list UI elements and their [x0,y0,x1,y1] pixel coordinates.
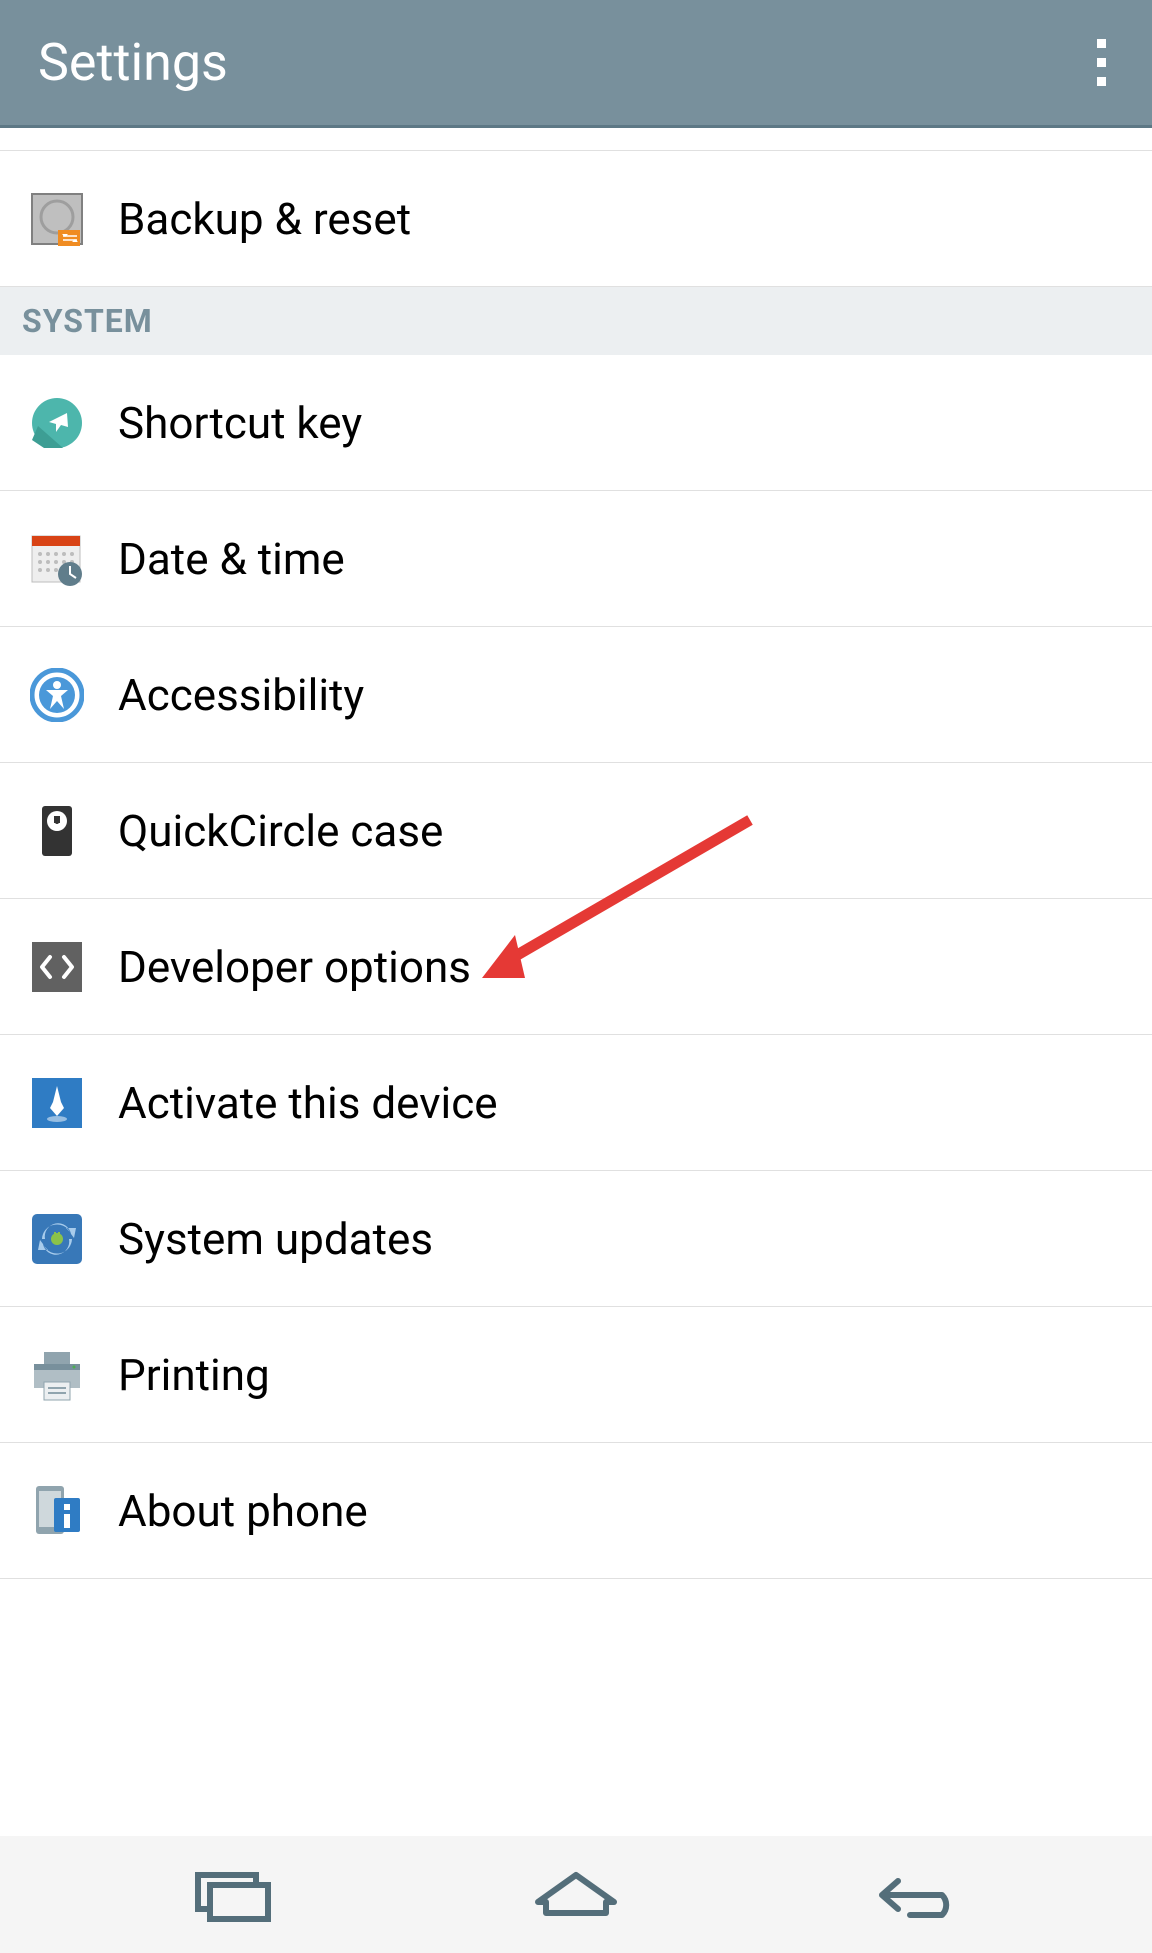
navigation-bar [0,1836,1152,1953]
back-button[interactable] [860,1865,980,1925]
recent-apps-button[interactable] [172,1865,292,1925]
list-item-printing[interactable]: Printing [0,1307,1152,1443]
list-spacer [0,128,1152,151]
activate-icon [30,1076,84,1130]
list-item-label: Accessibility [118,669,364,721]
list-item-activate-device[interactable]: Activate this device [0,1035,1152,1171]
app-header: Settings [0,0,1152,128]
date-time-icon [30,532,84,586]
menu-dot-icon [1097,58,1106,67]
list-item-shortcut-key[interactable]: Shortcut key [0,355,1152,491]
list-item-date-time[interactable]: Date & time [0,491,1152,627]
backup-reset-icon [30,192,84,246]
list-item-label: Date & time [118,533,345,585]
list-item-label: Activate this device [118,1077,498,1129]
home-button[interactable] [516,1865,636,1925]
list-item-developer-options[interactable]: Developer options [0,899,1152,1035]
list-item-label: About phone [118,1485,368,1537]
developer-icon [30,940,84,994]
list-item-quickcircle[interactable]: QuickCircle case [0,763,1152,899]
list-item-about-phone[interactable]: About phone [0,1443,1152,1579]
list-item-label: QuickCircle case [118,805,443,857]
settings-list: Backup & reset SYSTEM Shortcut key [0,128,1152,1836]
updates-icon [30,1212,84,1266]
overflow-menu-button[interactable] [1089,31,1114,94]
about-icon [30,1484,84,1538]
list-item-accessibility[interactable]: Accessibility [0,627,1152,763]
quickcircle-icon [30,804,84,858]
list-item-system-updates[interactable]: System updates [0,1171,1152,1307]
list-item-label: Developer options [118,941,471,993]
printing-icon [30,1348,84,1402]
list-item-label: System updates [118,1213,433,1265]
list-item-backup-reset[interactable]: Backup & reset [0,151,1152,287]
list-item-label: Printing [118,1349,270,1401]
section-header-system: SYSTEM [0,287,1152,355]
menu-dot-icon [1097,77,1106,86]
list-item-label: Backup & reset [118,193,411,245]
shortcut-icon [30,396,84,450]
menu-dot-icon [1097,39,1106,48]
page-title: Settings [38,32,228,93]
accessibility-icon [30,668,84,722]
list-item-label: Shortcut key [118,397,362,449]
